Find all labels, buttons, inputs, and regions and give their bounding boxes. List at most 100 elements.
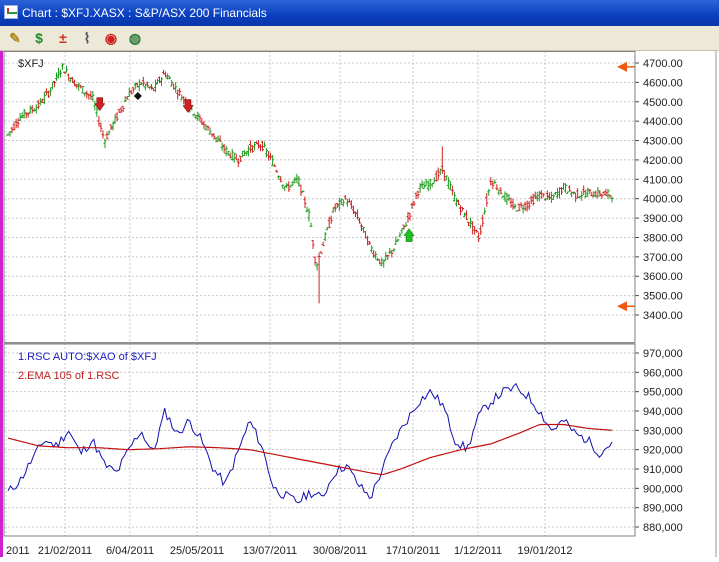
x-tick-label: 19/01/2012 bbox=[517, 545, 572, 557]
price-candle bbox=[497, 189, 501, 196]
price-candle bbox=[261, 140, 265, 152]
x-tick-label: 6/04/2011 bbox=[106, 545, 154, 557]
price-candle bbox=[164, 71, 168, 78]
price-candle bbox=[305, 206, 309, 213]
diamond-signal-marker[interactable] bbox=[133, 91, 142, 100]
price-candle bbox=[396, 238, 400, 242]
price-candle bbox=[158, 76, 162, 84]
price-candle bbox=[331, 207, 335, 213]
price-candle bbox=[123, 96, 127, 102]
price-candle bbox=[434, 170, 438, 182]
attach-button[interactable]: ⌇ bbox=[78, 29, 96, 47]
price-candle bbox=[263, 141, 267, 148]
price-candle bbox=[107, 130, 111, 135]
price-candle bbox=[525, 200, 529, 212]
price-candle bbox=[301, 190, 305, 193]
price-candle bbox=[537, 190, 541, 202]
price-candle bbox=[386, 254, 390, 260]
indicator-y-tick-label: 950,000 bbox=[643, 387, 683, 399]
broadcast-button[interactable]: ◉ bbox=[102, 29, 120, 47]
price-candle bbox=[404, 221, 408, 227]
price-candle bbox=[582, 185, 586, 195]
calculator-button[interactable]: ± bbox=[54, 29, 72, 47]
price-candle bbox=[523, 201, 527, 211]
indicator-y-tick-label: 930,000 bbox=[643, 425, 683, 437]
price-candle bbox=[289, 184, 293, 188]
chart-toolbar: ✎ $ ± ⌇ ◉ ◍ bbox=[0, 26, 719, 51]
price-candle bbox=[206, 125, 210, 131]
price-candle bbox=[382, 259, 386, 268]
price-candle bbox=[424, 178, 428, 187]
price-candle bbox=[568, 185, 572, 192]
price-candle bbox=[487, 188, 491, 196]
price-candle bbox=[370, 245, 374, 253]
price-candle bbox=[341, 199, 345, 207]
price-candle bbox=[596, 186, 600, 199]
price-candle bbox=[220, 142, 224, 151]
price-candle bbox=[160, 77, 164, 86]
price-candle bbox=[574, 192, 578, 203]
price-candle bbox=[564, 183, 568, 193]
price-candle bbox=[218, 135, 222, 143]
price-candle bbox=[283, 186, 287, 191]
price-candle bbox=[22, 108, 26, 119]
web-button[interactable]: ◍ bbox=[126, 29, 144, 47]
price-candle bbox=[481, 214, 485, 227]
price-y-tick-label: 3800.00 bbox=[643, 232, 683, 244]
price-candle bbox=[414, 192, 418, 200]
price-candle bbox=[10, 126, 14, 134]
price-candle bbox=[254, 141, 258, 144]
price-candle bbox=[117, 109, 121, 113]
price-candle bbox=[61, 63, 65, 70]
price-candle bbox=[50, 81, 54, 90]
price-candle bbox=[275, 169, 279, 173]
window-titlebar[interactable]: Chart : $XFJ.XASX : S&P/ASX 200 Financia… bbox=[0, 0, 719, 26]
price-candle bbox=[246, 145, 250, 157]
notes-button[interactable]: ✎ bbox=[6, 29, 24, 47]
price-candle bbox=[333, 203, 337, 212]
price-candle bbox=[485, 193, 489, 207]
pane-splitter[interactable] bbox=[4, 342, 635, 344]
price-y-tick-label: 3900.00 bbox=[643, 213, 683, 225]
price-candle bbox=[248, 140, 252, 153]
price-candle bbox=[519, 202, 523, 208]
price-candle bbox=[303, 196, 307, 209]
price-candle bbox=[202, 121, 206, 129]
legend-rsc: 1.RSC AUTO:$XAO of $XFJ bbox=[18, 351, 157, 363]
price-candle bbox=[265, 147, 269, 158]
rsc-series-line bbox=[7, 382, 613, 504]
price-candle bbox=[357, 217, 361, 224]
price-candle bbox=[48, 87, 52, 96]
indicator-y-tick-label: 960,000 bbox=[643, 367, 683, 379]
price-candle bbox=[309, 222, 313, 227]
price-candle bbox=[432, 177, 436, 184]
price-candle bbox=[323, 232, 327, 242]
price-y-tick-label: 4500.00 bbox=[643, 97, 683, 109]
price-candle bbox=[228, 152, 232, 159]
price-y-tick-label: 4400.00 bbox=[643, 116, 683, 128]
price-candle bbox=[452, 191, 456, 202]
price-candle bbox=[240, 150, 244, 158]
x-tick-label: 17/10/2011 bbox=[386, 545, 440, 557]
x-tick-label: 25/05/2011 bbox=[170, 545, 224, 557]
price-candle bbox=[541, 193, 545, 198]
price-candle bbox=[34, 104, 38, 114]
price-candle bbox=[256, 140, 260, 149]
sell-signal-arrow[interactable] bbox=[94, 97, 106, 112]
price-candle bbox=[527, 200, 531, 210]
dollar-button[interactable]: $ bbox=[30, 29, 48, 47]
price-candle bbox=[269, 152, 273, 160]
price-candle bbox=[174, 82, 178, 93]
chart-area[interactable]: $XFJ 1.RSC AUTO:$XAO of $XFJ 2.EMA 105 of… bbox=[0, 51, 719, 557]
indicator-y-tick-label: 970,000 bbox=[643, 348, 683, 360]
price-candle bbox=[430, 183, 434, 188]
price-candle bbox=[600, 193, 604, 199]
chart-svg[interactable]: $XFJ 1.RSC AUTO:$XAO of $XFJ 2.EMA 105 of… bbox=[0, 51, 719, 557]
price-candle bbox=[495, 184, 499, 191]
price-candle bbox=[535, 191, 539, 202]
price-candle bbox=[416, 190, 420, 199]
price-candle bbox=[479, 225, 483, 236]
price-candle bbox=[580, 191, 584, 201]
price-candle bbox=[461, 207, 465, 211]
price-candle bbox=[588, 188, 592, 195]
